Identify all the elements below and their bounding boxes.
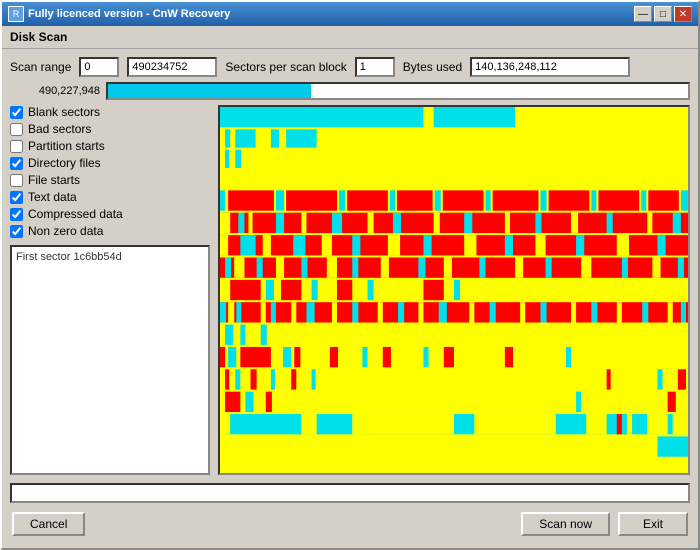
sectors-label: Sectors per scan block — [225, 60, 346, 74]
file-label: File starts — [28, 173, 80, 187]
bad-checkbox[interactable] — [10, 123, 23, 136]
partition-label: Partition starts — [28, 139, 105, 153]
button-row: Cancel Scan now Exit — [10, 508, 690, 540]
left-panel: Blank sectors Bad sectors Partition star… — [10, 105, 210, 475]
bytes-input[interactable] — [470, 57, 630, 77]
compressed-checkbox[interactable] — [10, 208, 23, 221]
scan-end-input[interactable] — [127, 57, 217, 77]
blank-label: Blank sectors — [28, 105, 100, 119]
partition-checkbox[interactable] — [10, 140, 23, 153]
checkbox-nonzero: Non zero data — [10, 224, 210, 238]
checkbox-compressed: Compressed data — [10, 207, 210, 221]
minimize-button[interactable]: — — [634, 6, 652, 22]
bytes-label: Bytes used — [403, 60, 462, 74]
dialog-title: Disk Scan — [10, 30, 67, 44]
status-bar — [10, 483, 690, 503]
scan-now-button[interactable]: Scan now — [521, 512, 610, 536]
title-controls: — □ ✕ — [634, 6, 692, 22]
window-title: Fully licenced version - CnW Recovery — [28, 8, 230, 20]
text-checkbox[interactable] — [10, 191, 23, 204]
scan-range-row: Scan range Sectors per scan block Bytes … — [10, 57, 690, 77]
sectors-input[interactable] — [355, 57, 395, 77]
checkbox-blank: Blank sectors — [10, 105, 210, 119]
checkbox-directory: Directory files — [10, 156, 210, 170]
info-box: First sector 1c6bb54d — [10, 245, 210, 475]
directory-checkbox[interactable] — [10, 157, 23, 170]
exit-button[interactable]: Exit — [618, 512, 688, 536]
text-label: Text data — [28, 190, 77, 204]
progress-bar — [106, 82, 690, 100]
maximize-button[interactable]: □ — [654, 6, 672, 22]
right-panel — [218, 105, 690, 475]
checkbox-file: File starts — [10, 173, 210, 187]
main-window: R Fully licenced version - CnW Recovery … — [0, 0, 700, 550]
title-bar-left: R Fully licenced version - CnW Recovery — [8, 6, 230, 22]
checkbox-text: Text data — [10, 190, 210, 204]
scan-start-input[interactable] — [79, 57, 119, 77]
directory-label: Directory files — [28, 156, 101, 170]
bad-label: Bad sectors — [28, 122, 91, 136]
right-buttons: Scan now Exit — [521, 512, 688, 536]
content-area: Scan range Sectors per scan block Bytes … — [2, 49, 698, 548]
nonzero-label: Non zero data — [28, 224, 103, 238]
info-text: First sector 1c6bb54d — [16, 251, 122, 263]
main-area: Blank sectors Bad sectors Partition star… — [10, 105, 690, 475]
checkbox-partition: Partition starts — [10, 139, 210, 153]
bottom-area: Cancel Scan now Exit — [10, 480, 690, 540]
dialog-header: Disk Scan — [2, 26, 698, 49]
cancel-button[interactable]: Cancel — [12, 512, 85, 536]
title-bar: R Fully licenced version - CnW Recovery … — [2, 2, 698, 26]
nonzero-checkbox[interactable] — [10, 225, 23, 238]
scan-svg — [220, 107, 688, 473]
compressed-label: Compressed data — [28, 207, 123, 221]
scan-display — [218, 105, 690, 475]
progress-bar-container: 490,227,948 — [10, 82, 690, 100]
app-icon: R — [8, 6, 24, 22]
close-button[interactable]: ✕ — [674, 6, 692, 22]
file-checkbox[interactable] — [10, 174, 23, 187]
scan-range-label: Scan range — [10, 60, 71, 74]
progress-value: 490,227,948 — [10, 85, 100, 97]
blank-checkbox[interactable] — [10, 106, 23, 119]
progress-fill — [108, 84, 311, 98]
checkbox-bad: Bad sectors — [10, 122, 210, 136]
